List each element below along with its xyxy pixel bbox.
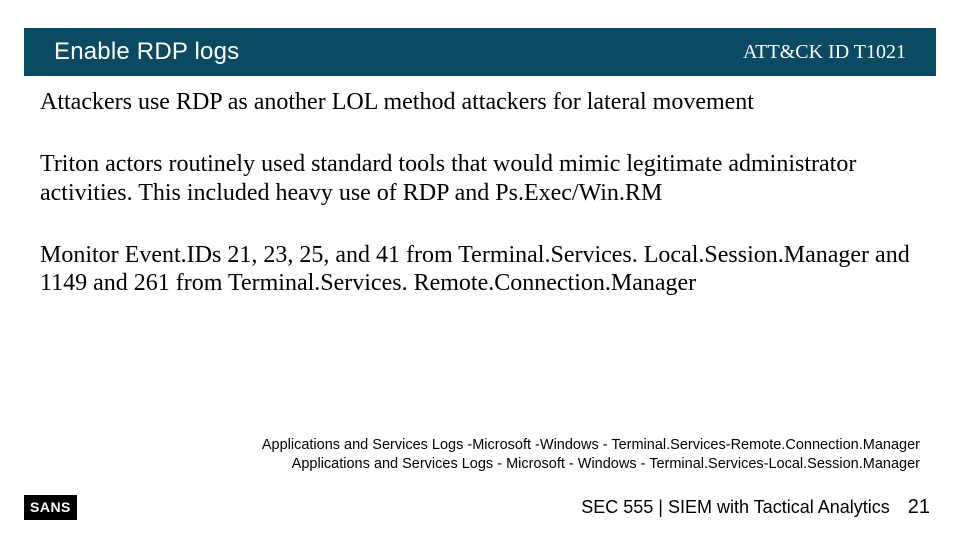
log-path-notes: Applications and Services Logs -Microsof… — [262, 436, 920, 474]
page-number: 21 — [908, 496, 930, 519]
sans-logo: SANS — [24, 495, 77, 520]
attck-id: ATT&CK ID T1021 — [743, 41, 906, 64]
body-paragraph-1: Attackers use RDP as another LOL method … — [40, 88, 920, 116]
body-paragraph-2: Triton actors routinely used standard to… — [40, 150, 920, 207]
slide-title: Enable RDP logs — [54, 38, 239, 66]
slide-footer: SANS SEC 555 | SIEM with Tactical Analyt… — [0, 490, 960, 524]
note-line-1: Applications and Services Logs -Microsof… — [262, 436, 920, 455]
note-line-2: Applications and Services Logs - Microso… — [262, 455, 920, 474]
title-bar: Enable RDP logs ATT&CK ID T1021 — [24, 28, 936, 76]
footer-right: SEC 555 | SIEM with Tactical Analytics 2… — [581, 496, 930, 519]
slide: Enable RDP logs ATT&CK ID T1021 Attacker… — [0, 0, 960, 540]
body-paragraph-3: Monitor Event.IDs 21, 23, 25, and 41 fro… — [40, 241, 920, 298]
slide-body: Attackers use RDP as another LOL method … — [40, 88, 920, 332]
course-label: SEC 555 | SIEM with Tactical Analytics — [581, 497, 889, 518]
